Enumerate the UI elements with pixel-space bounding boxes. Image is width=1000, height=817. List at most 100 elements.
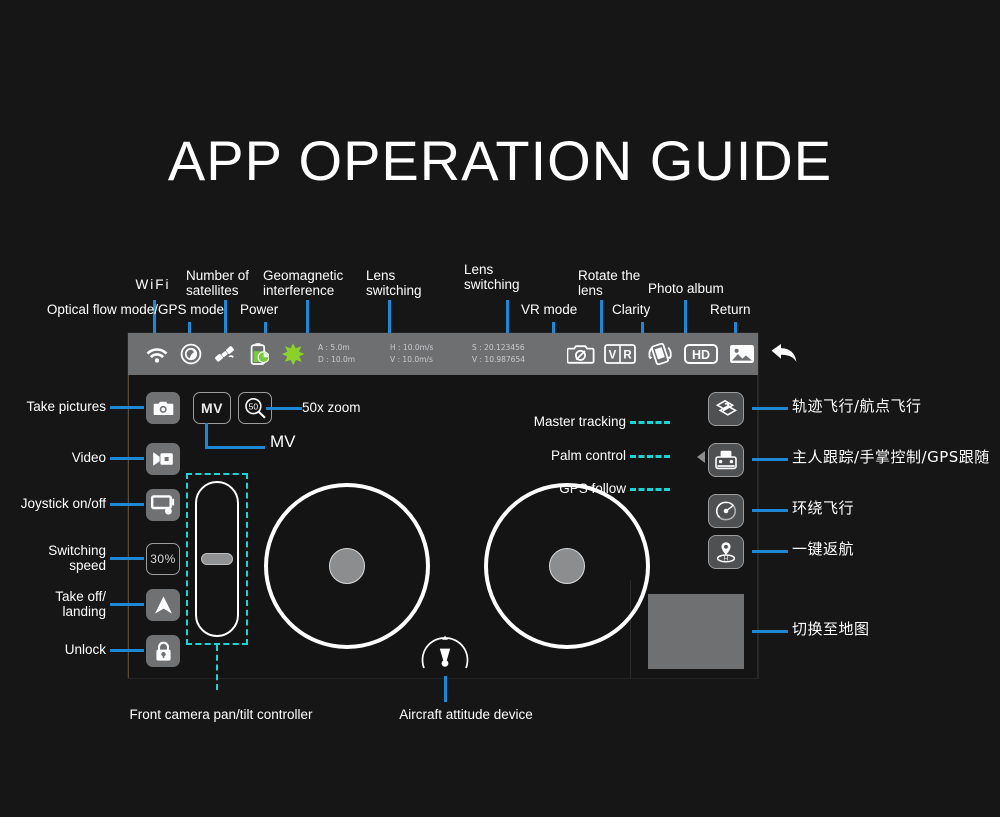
label-clarity: Clarity (612, 302, 651, 317)
satellite-icon[interactable] (208, 339, 242, 369)
page-title: APP OPERATION GUIDE (167, 129, 833, 192)
takeoff-landing-button[interactable] (146, 589, 180, 621)
mv-button-label: MV (201, 400, 223, 416)
leader-return-home (752, 550, 788, 553)
telemetry-distance: D : 10.0m (318, 355, 356, 364)
leader-photo-album (684, 300, 687, 333)
svg-text:V: V (609, 350, 617, 362)
map-thumbnail[interactable] (648, 594, 744, 669)
svg-text:HD: HD (692, 348, 710, 362)
leader-lens-switching (506, 300, 509, 333)
lock-icon (155, 641, 171, 661)
geomagnetic-icon[interactable] (276, 339, 310, 369)
leader-mv-elbow (205, 423, 265, 449)
label-remote-follow: 主人跟踪/手掌控制/GPS跟随 (792, 448, 990, 466)
leader-switching-speed (110, 557, 144, 560)
label-switching-speed: Switching speed (48, 543, 106, 573)
battery-icon[interactable] (242, 339, 276, 369)
leader-palm-control (630, 455, 670, 458)
photo-album-icon[interactable] (722, 339, 762, 369)
takeoff-arrow-icon (154, 596, 172, 614)
camera-icon (153, 401, 173, 415)
label-orbit-flight: 环绕飞行 (792, 499, 855, 517)
right-joystick-knob[interactable] (549, 548, 585, 584)
leader-switch-to-map (752, 630, 788, 633)
label-takeoff-landing: Take off/ landing (55, 589, 106, 619)
leader-gps-follow (630, 488, 670, 491)
label-mv: MV (270, 432, 296, 451)
telemetry-group-2: H : 10.0m/s V : 10.0m/s (390, 342, 472, 366)
status-bar: A : 5.0m D : 10.0m H : 10.0m/s V : 10.0m… (128, 333, 797, 375)
rotate-lens-icon[interactable] (640, 339, 680, 369)
waypoint-flight-icon (715, 399, 737, 416)
leader-master-tracking (630, 421, 670, 424)
mv-button[interactable]: MV (193, 392, 231, 424)
waypoint-flight-button[interactable] (708, 392, 744, 426)
label-wifi: WiFi (135, 277, 171, 292)
label-geomagnetic-interference: Geomagnetic interference (263, 268, 344, 298)
leader-takeoff-landing (110, 603, 144, 606)
label-master-tracking: Master tracking (533, 414, 626, 429)
leader-gps-information (388, 300, 391, 333)
leader-unlock (110, 649, 144, 652)
orbit-flight-button[interactable] (708, 494, 744, 528)
label-vr-mode: VR mode (521, 302, 578, 317)
label-palm-control: Palm control (550, 448, 626, 463)
label-switch-to-map: 切换至地图 (792, 620, 870, 638)
label-unlock: Unlock (64, 642, 106, 657)
telemetry-latitude: S : 20.123456 (472, 343, 525, 352)
switching-speed-button[interactable]: 30% (146, 543, 180, 575)
left-joystick-knob[interactable] (329, 548, 365, 584)
label-zoom: 50x zoom (302, 400, 361, 415)
telemetry-hspeed: H : 10.0m/s (390, 343, 434, 352)
leader-zoom (266, 407, 302, 410)
pantilt-slider-thumb[interactable] (201, 553, 233, 565)
svg-text:R: R (623, 350, 632, 362)
leader-orbit-flight (752, 509, 788, 512)
label-optical-flow-gps-mode: Optical flow mode/GPS mode (46, 302, 224, 317)
leader-remote-follow (752, 458, 788, 461)
left-column-divider (128, 375, 129, 678)
selection-triangle-marker (697, 451, 705, 463)
unlock-button[interactable] (146, 635, 180, 667)
switching-speed-value: 30% (150, 552, 176, 566)
label-return-home: 一键返航 (792, 540, 855, 558)
label-attitude-device: Aircraft attitude device (399, 707, 533, 722)
take-pictures-button[interactable] (146, 392, 180, 424)
telemetry-altitude: A : 5.0m (318, 343, 350, 352)
leader-waypoint-flight (752, 407, 788, 410)
leader-take-pictures (110, 406, 144, 409)
label-lens-switching-text: Lens switching (464, 262, 520, 292)
telemetry-vspeed: V : 10.0m/s (390, 355, 433, 364)
lens-switching-icon[interactable] (562, 339, 600, 369)
return-icon[interactable] (762, 339, 806, 369)
leader-optical-flow (188, 322, 191, 333)
telemetry-group-1: A : 5.0m D : 10.0m (318, 342, 390, 366)
label-rotate-the-lens: Rotate the lens (578, 268, 641, 298)
svg-text:50: 50 (249, 401, 259, 411)
joystick-toggle-button[interactable] (146, 489, 180, 521)
return-home-button[interactable]: H (708, 535, 744, 569)
video-icon (153, 452, 173, 466)
telemetry-group-3: S : 20.123456 V : 10.987654 (472, 342, 562, 366)
leader-return (734, 322, 737, 333)
svg-text:H: H (724, 557, 728, 563)
remote-follow-icon (715, 450, 737, 470)
label-pantilt-controller: Front camera pan/tilt controller (129, 707, 313, 722)
remote-follow-button[interactable] (708, 443, 744, 477)
label-number-of-satellites: Number of satellites (186, 268, 250, 298)
orbit-flight-icon (715, 501, 737, 521)
aircraft-attitude-device (418, 634, 472, 674)
zoom-50x-icon: 50 (245, 397, 266, 419)
leader-power (264, 322, 267, 333)
wifi-icon[interactable] (140, 339, 174, 369)
label-video: Video (71, 450, 106, 465)
clarity-hd-icon[interactable]: HD (680, 339, 722, 369)
leader-clarity (641, 322, 644, 333)
vr-mode-icon[interactable]: V R (600, 339, 640, 369)
label-photo-album: Photo album (648, 281, 724, 296)
optical-flow-gps-mode-icon[interactable] (174, 339, 208, 369)
video-button[interactable] (146, 443, 180, 475)
pantilt-callout-dash (216, 645, 218, 690)
label-take-pictures: Take pictures (26, 399, 106, 414)
